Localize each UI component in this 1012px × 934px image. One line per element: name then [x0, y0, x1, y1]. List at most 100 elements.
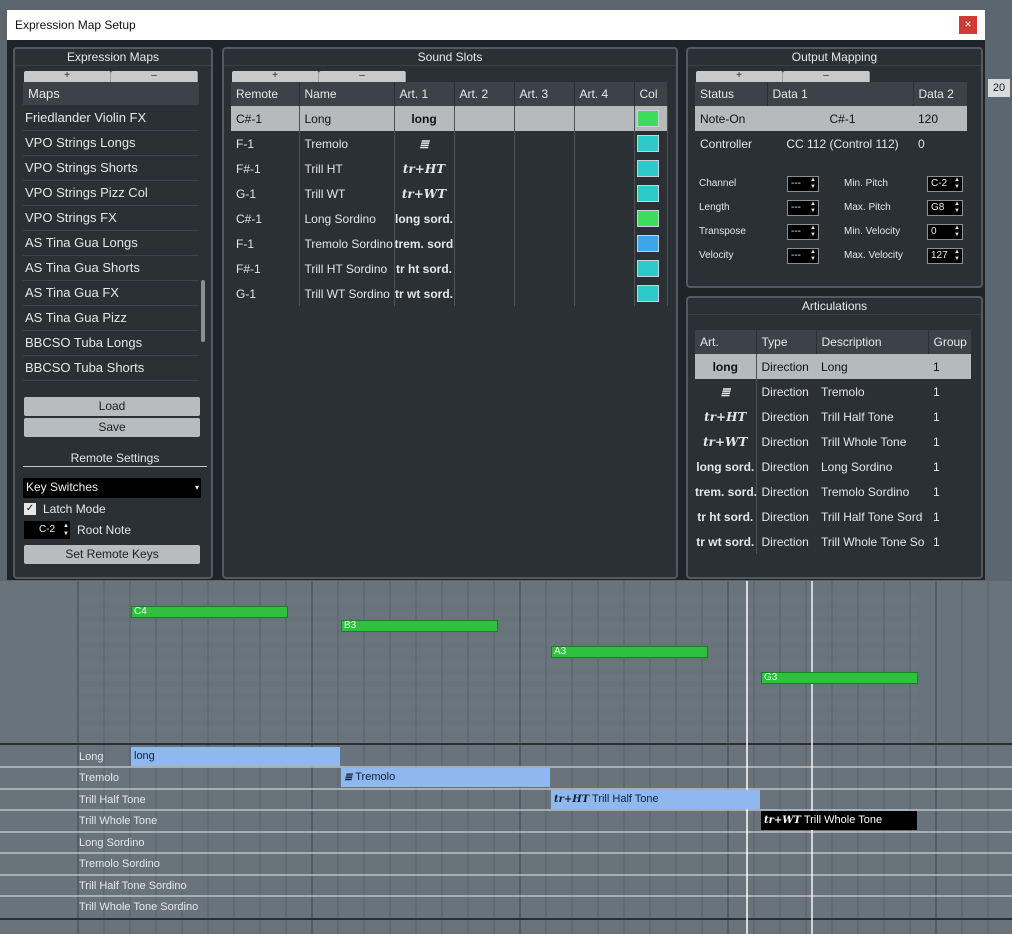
articulation-row[interactable]: tr wt sord. Direction Trill Whole Tone So 1 — [695, 529, 971, 554]
remote-cell[interactable]: F-1 — [231, 231, 300, 256]
empty-art-cell[interactable] — [514, 281, 575, 306]
type-cell[interactable]: Direction — [756, 479, 816, 504]
sound-slot-row[interactable]: F#-1 Trill HT tr+HT — [231, 156, 668, 181]
sound-slot-row[interactable]: G-1 Trill WT tr+WT — [231, 181, 668, 206]
type-cell[interactable]: Direction — [756, 529, 816, 554]
color-cell[interactable] — [634, 281, 668, 306]
latch-mode-checkbox[interactable]: ✓ — [24, 503, 36, 515]
description-cell[interactable]: Tremolo Sordino — [816, 479, 928, 504]
map-list-item[interactable]: BBCSO Tuba Shorts — [23, 356, 199, 381]
transpose-spinner[interactable]: --- ▲ ▼ — [787, 224, 819, 240]
column-header[interactable]: Group — [928, 330, 972, 354]
max-pitch-spinner[interactable]: G8 ▲ ▼ — [927, 200, 963, 216]
empty-art-cell[interactable] — [574, 106, 635, 131]
articulation-event[interactable]: tr+HT Trill Half Tone — [551, 790, 760, 809]
empty-art-cell[interactable] — [514, 206, 575, 231]
empty-art-cell[interactable] — [514, 106, 575, 131]
map-list-item[interactable]: VPO Strings FX — [23, 206, 199, 231]
group-cell[interactable]: 1 — [928, 404, 971, 429]
group-cell[interactable]: 1 — [928, 429, 971, 454]
load-button[interactable]: Load — [24, 397, 200, 416]
map-list-item[interactable]: Friedlander Violin FX — [23, 106, 199, 131]
articulation-row[interactable]: long sord. Direction Long Sordino 1 — [695, 454, 971, 479]
empty-art-cell[interactable] — [514, 131, 575, 156]
midi-note[interactable]: C4 — [131, 606, 288, 618]
maps-scrollbar[interactable] — [201, 280, 205, 342]
empty-art-cell[interactable] — [454, 231, 515, 256]
description-cell[interactable]: Trill Whole Tone So — [816, 529, 928, 554]
empty-art-cell[interactable] — [454, 206, 515, 231]
description-cell[interactable]: Trill Half Tone — [816, 404, 928, 429]
articulation-event[interactable]: ≣ Tremolo — [341, 768, 550, 787]
articulation-row[interactable]: tr ht sord. Direction Trill Half Tone Sord… — [695, 504, 971, 529]
empty-art-cell[interactable] — [514, 231, 575, 256]
remote-mode-dropdown[interactable]: Key Switches ▾ — [23, 478, 201, 498]
max-velocity-spinner[interactable]: 127 ▲ ▼ — [927, 248, 963, 264]
color-swatch[interactable] — [636, 160, 659, 177]
column-header[interactable]: Art. 4 — [574, 82, 635, 106]
empty-art-cell[interactable] — [454, 131, 515, 156]
add-slot-button[interactable]: + — [232, 71, 319, 82]
data2-cell[interactable]: 0 — [913, 131, 967, 156]
color-swatch[interactable] — [636, 285, 659, 302]
description-cell[interactable]: Tremolo — [816, 379, 928, 404]
group-cell[interactable]: 1 — [928, 479, 971, 504]
remote-cell[interactable]: G-1 — [231, 181, 300, 206]
empty-art-cell[interactable] — [574, 231, 635, 256]
column-header[interactable]: Art. 1 — [394, 82, 455, 106]
add-output-button[interactable]: + — [696, 71, 783, 82]
name-cell[interactable]: Tremolo — [299, 131, 395, 156]
empty-art-cell[interactable] — [514, 256, 575, 281]
name-cell[interactable]: Tremolo Sordino — [299, 231, 395, 256]
map-list-item[interactable]: VPO Strings Pizz Col — [23, 181, 199, 206]
data2-cell[interactable]: 120 — [913, 106, 967, 131]
status-cell[interactable]: Note-On — [695, 106, 767, 131]
data1-cell[interactable]: C#-1 — [767, 106, 913, 131]
empty-art-cell[interactable] — [454, 106, 515, 131]
data1-cell[interactable]: CC 112 (Control 112) — [767, 131, 913, 156]
column-header[interactable]: Art. 2 — [454, 82, 515, 106]
map-list-item[interactable]: AS Tina Gua Longs — [23, 231, 199, 256]
empty-art-cell[interactable] — [574, 206, 635, 231]
type-cell[interactable]: Direction — [756, 504, 816, 529]
save-button[interactable]: Save — [24, 418, 200, 437]
empty-art-cell[interactable] — [574, 256, 635, 281]
articulation-event[interactable]: long — [131, 747, 340, 766]
color-cell[interactable] — [634, 131, 668, 156]
articulation-row[interactable]: trem. sord. Direction Tremolo Sordino 1 — [695, 479, 971, 504]
midi-note[interactable]: G3 — [761, 672, 918, 684]
velocity-spinner[interactable]: --- ▲ ▼ — [787, 248, 819, 264]
description-cell[interactable]: Trill Whole Tone — [816, 429, 928, 454]
color-cell[interactable] — [634, 206, 668, 231]
name-cell[interactable]: Trill HT — [299, 156, 395, 181]
column-header[interactable]: Name — [299, 82, 395, 106]
articulation-row[interactable]: long Direction Long 1 — [695, 354, 971, 379]
column-header[interactable]: Type — [756, 330, 817, 354]
min-pitch-spinner[interactable]: C-2 ▲ ▼ — [927, 176, 963, 192]
name-cell[interactable]: Long Sordino — [299, 206, 395, 231]
remove-slot-button[interactable]: – — [319, 71, 406, 82]
column-header[interactable]: Remote — [231, 82, 300, 106]
color-cell[interactable] — [634, 156, 668, 181]
group-cell[interactable]: 1 — [928, 529, 971, 554]
color-cell[interactable] — [634, 231, 668, 256]
map-list-item[interactable]: VPO Strings Longs — [23, 131, 199, 156]
remote-cell[interactable]: C#-1 — [231, 206, 300, 231]
remote-cell[interactable]: F#-1 — [231, 256, 300, 281]
column-header[interactable]: Art. 3 — [514, 82, 575, 106]
color-swatch[interactable] — [636, 235, 659, 252]
articulation-event-selected[interactable]: tr+WT Trill Whole Tone — [761, 811, 917, 830]
status-cell[interactable]: Controller — [695, 131, 767, 156]
min-velocity-spinner[interactable]: 0 ▲ ▼ — [927, 224, 963, 240]
channel-spinner[interactable]: --- ▲ ▼ — [787, 176, 819, 192]
set-remote-keys-button[interactable]: Set Remote Keys — [24, 545, 200, 564]
empty-art-cell[interactable] — [454, 281, 515, 306]
group-cell[interactable]: 1 — [928, 504, 971, 529]
name-cell[interactable]: Trill HT Sordino — [299, 256, 395, 281]
empty-art-cell[interactable] — [574, 281, 635, 306]
color-swatch[interactable] — [636, 110, 659, 127]
description-cell[interactable]: Long Sordino — [816, 454, 928, 479]
empty-art-cell[interactable] — [514, 181, 575, 206]
type-cell[interactable]: Direction — [756, 379, 816, 404]
color-cell[interactable] — [634, 181, 668, 206]
